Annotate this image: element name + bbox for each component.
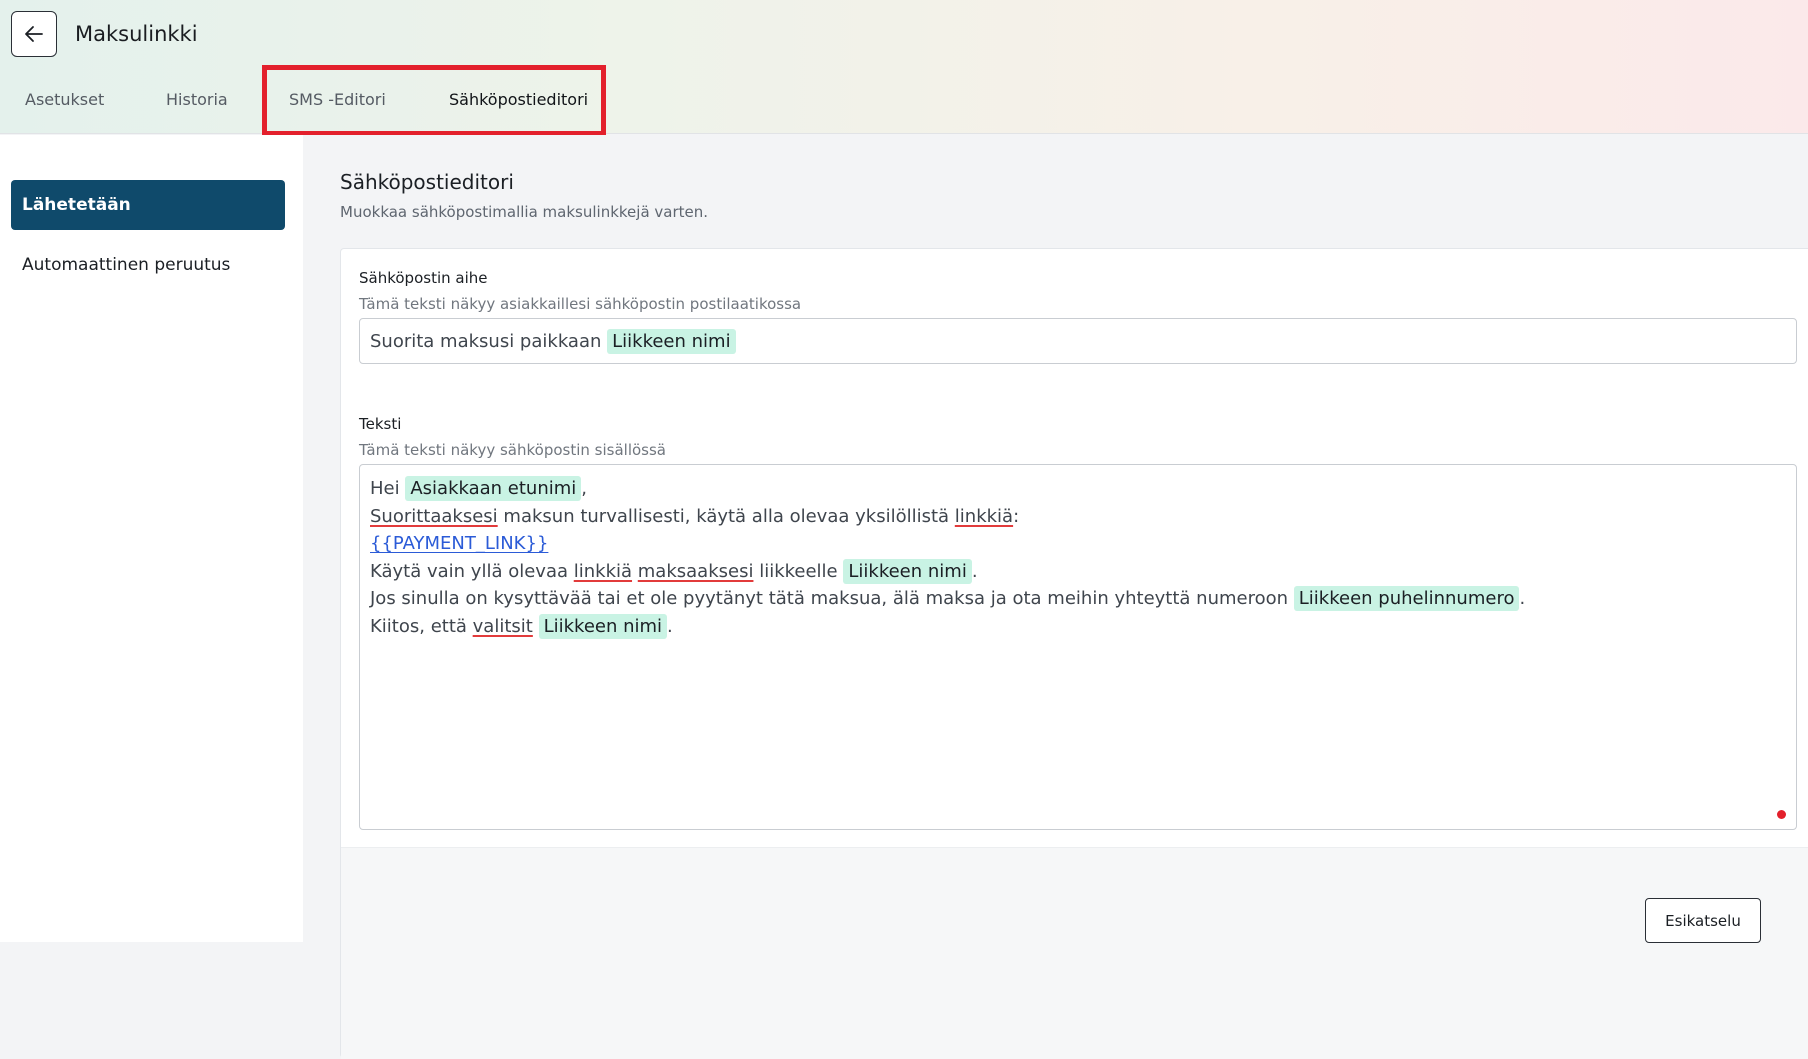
- body-line: {{PAYMENT_LINK}}: [370, 530, 1786, 558]
- body-text: ,: [581, 478, 588, 499]
- card-footer: [341, 847, 1808, 1059]
- back-button[interactable]: [11, 11, 57, 57]
- body-line: Hei Asiakkaan etunimi,: [370, 475, 1786, 503]
- body-line: Käytä vain yllä olevaa linkkiä maksaakse…: [370, 558, 1786, 586]
- tab-sahkopostieditori[interactable]: Sähköpostieditori: [449, 78, 588, 122]
- app-title: Maksulinkki: [75, 22, 198, 46]
- placeholder-tag: Asiakkaan etunimi: [405, 476, 582, 501]
- subject-help: Tämä teksti näkyy asiakkaillesi sähköpos…: [359, 295, 802, 313]
- tab-historia[interactable]: Historia: [166, 78, 228, 122]
- editor-card: Sähköpostin aihe Tämä teksti näkyy asiak…: [340, 248, 1808, 1059]
- body-text: .: [971, 560, 978, 582]
- body-line: Jos sinulla on kysyttävää tai et ole pyy…: [370, 585, 1786, 613]
- placeholder-tag: Liikkeen nimi: [843, 558, 972, 584]
- arrow-left-icon: [25, 26, 43, 42]
- header: Maksulinkki Asetukset Historia SMS -Edit…: [0, 0, 1808, 136]
- placeholder-tag: Liikkeen puhelinnumero: [1293, 586, 1520, 611]
- main-content: Sähköpostieditori Muokkaa sähköpostimall…: [303, 135, 1808, 1059]
- body-text: :: [1013, 505, 1020, 527]
- body-help: Tämä teksti näkyy sähköpostin sisällössä: [359, 441, 666, 459]
- body-text: linkkiä: [954, 505, 1014, 527]
- body-label: Teksti: [359, 415, 402, 433]
- body-text: .: [1519, 588, 1526, 609]
- body-text: Kiitos, että: [370, 615, 467, 637]
- body-text: maksaaksesi: [637, 560, 754, 582]
- sidebar: Lähetetään Automaattinen peruutus: [0, 135, 303, 942]
- body-line: Suorittaaksesi maksun turvallisesti, käy…: [370, 503, 1786, 531]
- subject-tag: Liikkeen nimi: [607, 328, 736, 354]
- body-line: Kiitos, että valitsit Liikkeen nimi.: [370, 613, 1786, 641]
- body-text: Suorittaaksesi: [370, 505, 498, 527]
- page-title: Sähköpostieditori: [340, 170, 514, 194]
- body-text: linkkiä: [573, 560, 633, 582]
- preview-button[interactable]: Esikatselu: [1645, 898, 1761, 943]
- tab-asetukset[interactable]: Asetukset: [25, 78, 104, 122]
- subject-input[interactable]: Suorita maksusi paikkaan Liikkeen nimi: [359, 318, 1797, 364]
- body-text: valitsit: [472, 615, 533, 637]
- page-subtitle: Muokkaa sähköpostimallia maksulinkkejä v…: [340, 203, 709, 221]
- body-text: Jos sinulla on kysyttävää tai et ole pyy…: [370, 588, 1289, 609]
- payment-link[interactable]: {{PAYMENT_LINK}}: [370, 533, 548, 554]
- tab-sms-editori[interactable]: SMS -Editori: [289, 78, 386, 122]
- subject-label: Sähköpostin aihe: [359, 269, 488, 287]
- subject-text: Suorita maksusi paikkaan: [370, 330, 602, 352]
- sidebar-item-automaattinen-peruutus[interactable]: Automaattinen peruutus: [11, 240, 285, 290]
- status-dot: [1777, 810, 1786, 819]
- body-textarea[interactable]: Hei Asiakkaan etunimi, Suorittaaksesi ma…: [359, 464, 1797, 830]
- body-text: maksun turvallisesti, käytä alla olevaa …: [503, 505, 950, 527]
- body-text: .: [667, 615, 673, 637]
- placeholder-tag: Liikkeen nimi: [538, 613, 668, 639]
- body-text: Hei: [370, 478, 400, 499]
- body-text: Käytä vain yllä olevaa: [370, 560, 568, 582]
- body-text: liikkeelle: [759, 560, 838, 582]
- sidebar-item-lahetetaan[interactable]: Lähetetään: [11, 180, 285, 230]
